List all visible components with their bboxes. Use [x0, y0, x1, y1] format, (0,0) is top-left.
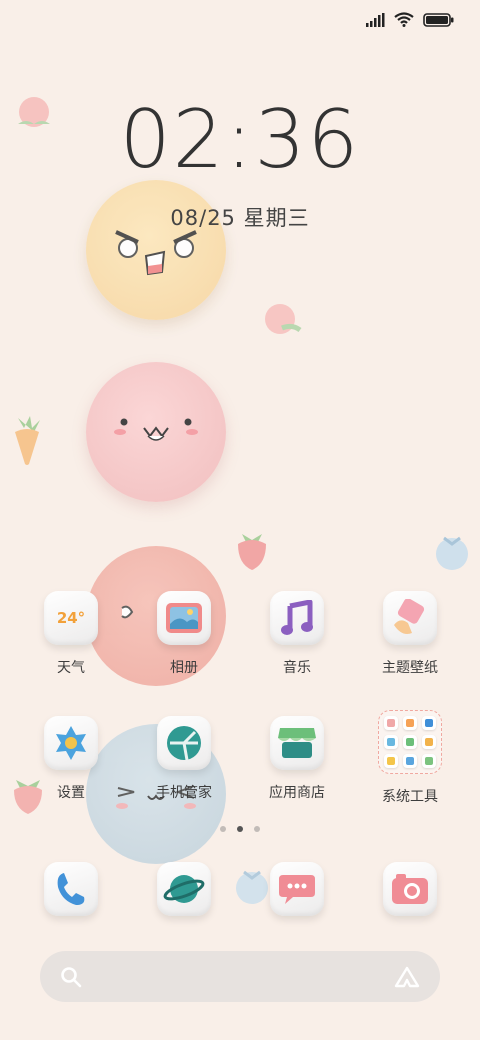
page-dot-active[interactable]	[237, 826, 243, 832]
weather-icon: 24°	[44, 591, 98, 645]
blueberry-decoration	[436, 536, 468, 570]
dock-phone[interactable]	[21, 862, 121, 916]
messages-icon	[270, 862, 324, 916]
app-label: 手机管家	[156, 785, 212, 801]
app-label: 设置	[57, 785, 85, 801]
angry-face-icon	[115, 230, 197, 276]
app-settings[interactable]: 设置	[21, 716, 121, 802]
cute-face-widget[interactable]	[86, 362, 226, 502]
theme-icon	[383, 591, 437, 645]
app-store-icon	[270, 716, 324, 770]
app-store[interactable]: 应用商店	[247, 716, 347, 802]
music-icon	[270, 591, 324, 645]
dock-messages[interactable]	[247, 862, 347, 916]
app-label: 应用商店	[269, 785, 325, 801]
battery-icon	[423, 12, 454, 27]
status-bar	[365, 12, 454, 27]
settings-gear-icon	[44, 716, 98, 770]
app-gallery[interactable]: 相册	[134, 591, 234, 677]
folder-icon	[378, 710, 442, 774]
app-security[interactable]: 手机管家	[134, 716, 234, 802]
peach-decoration	[265, 304, 302, 334]
camera-icon	[383, 862, 437, 916]
signal-icon	[366, 12, 385, 27]
app-theme[interactable]: 主题壁纸	[360, 591, 460, 677]
wifi-icon	[394, 12, 414, 27]
angry-face-widget[interactable]	[86, 180, 226, 320]
clock-date: 08/25 星期三	[170, 206, 310, 230]
phone-icon	[44, 862, 98, 916]
carrot-decoration	[15, 416, 40, 465]
page-dot[interactable]	[254, 826, 260, 832]
search-bar[interactable]	[40, 951, 440, 1002]
browser-planet-icon	[157, 862, 211, 916]
search-icon[interactable]	[60, 966, 82, 988]
app-folder-system-tools[interactable]: 系统工具	[360, 710, 460, 806]
dock-browser[interactable]	[134, 862, 234, 916]
page-indicator	[220, 826, 260, 832]
page-dot[interactable]	[220, 826, 226, 832]
app-music[interactable]: 音乐	[247, 591, 347, 677]
strawberry-decoration	[238, 534, 266, 570]
assistant-icon[interactable]	[394, 966, 420, 988]
happy-face-icon	[114, 418, 198, 441]
clock-time: 02:36	[119, 93, 361, 186]
app-label: 主题壁纸	[382, 660, 438, 676]
app-label: 系统工具	[382, 789, 438, 805]
app-weather[interactable]: 24° 天气	[21, 591, 121, 677]
app-label: 相册	[170, 660, 198, 676]
gallery-icon	[157, 591, 211, 645]
weather-temperature: 24°	[56, 609, 86, 627]
security-icon	[157, 716, 211, 770]
dock-camera[interactable]	[360, 862, 460, 916]
app-label: 音乐	[283, 660, 311, 676]
app-label: 天气	[57, 660, 85, 676]
